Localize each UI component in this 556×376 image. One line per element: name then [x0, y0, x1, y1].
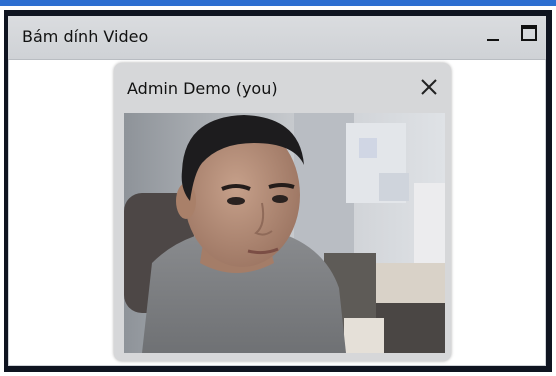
close-icon — [421, 79, 437, 95]
maximize-button[interactable] — [518, 22, 540, 44]
participant-label: Admin Demo (you) — [127, 79, 278, 98]
maximize-icon — [521, 25, 537, 41]
close-video-button[interactable] — [417, 75, 441, 99]
webcam-video-image — [124, 113, 445, 353]
minimize-button[interactable] — [482, 23, 504, 45]
video-panel: Admin Demo (you) — [114, 63, 451, 361]
window-title: Bám dính Video — [22, 27, 149, 46]
webcam-video-feed[interactable] — [124, 113, 445, 353]
minimize-icon — [487, 39, 499, 41]
